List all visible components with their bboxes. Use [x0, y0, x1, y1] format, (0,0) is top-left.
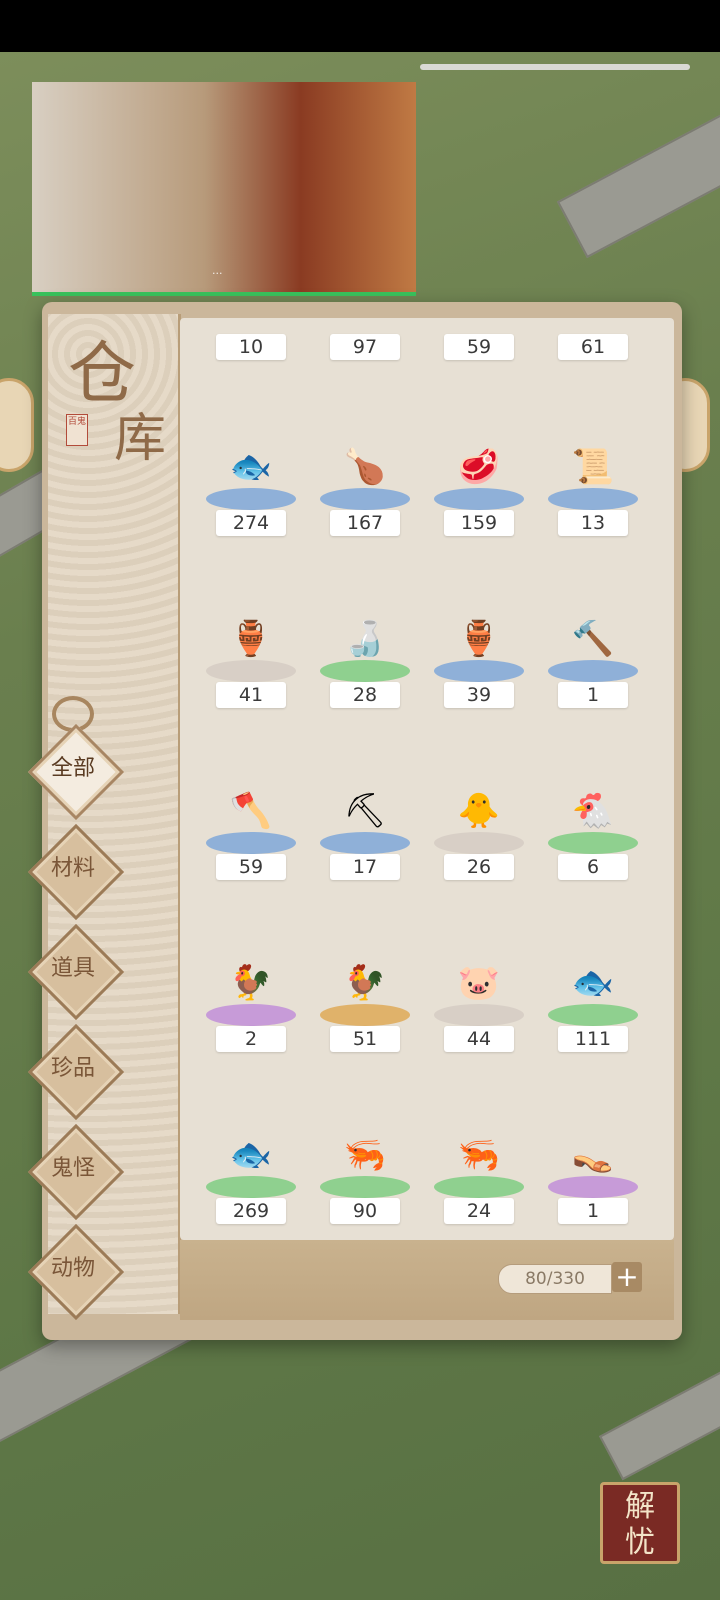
tab-4[interactable]: 鬼怪	[27, 1123, 125, 1221]
hammer-icon: 🔨	[571, 619, 615, 659]
item-slot-straw-sandals[interactable]: 👡 1	[538, 1098, 648, 1240]
item-grid[interactable]: 10 97 59 61 🐟 274 🍗 167 🥩 159 📜 13 🏺 41 🍶 28 🏺 39 🔨 1 🪓 59 ⛏ 17…	[180, 318, 674, 1240]
tab-0[interactable]: 全部	[27, 723, 125, 821]
item-slot-green-gourd[interactable]: 🍶 28	[310, 582, 420, 752]
video-progress-bar[interactable]	[32, 292, 416, 296]
item-count: 159	[444, 510, 514, 536]
title-char-2: 库	[114, 409, 167, 469]
item-slot-chick[interactable]: 🐥 26	[424, 754, 534, 924]
blue-fish-icon: 🐟	[571, 963, 615, 1003]
item-slot-raw-meat[interactable]: 🥩 159	[424, 410, 534, 580]
item-slot-fish-cut[interactable]: 🐟 274	[196, 410, 306, 580]
expand-capacity-button[interactable]: +	[612, 1262, 642, 1292]
warehouse-title: 仓 库 百鬼	[62, 318, 172, 469]
item-count: 6	[558, 854, 628, 880]
pig-icon: 🐷	[457, 963, 501, 1003]
left-side-button[interactable]	[0, 378, 34, 472]
item-count: 90	[330, 1198, 400, 1224]
item-count: 1	[558, 1198, 628, 1224]
road	[556, 105, 720, 259]
hen-icon: 🐔	[571, 791, 615, 831]
item-slot-roast-chicken[interactable]: 🍗 167	[310, 410, 420, 580]
road	[599, 1349, 720, 1481]
shrimp-icon: 🦐	[343, 1135, 387, 1175]
item-count: 39	[444, 682, 514, 708]
shovel-icon: ⛏	[343, 791, 387, 831]
item-slot-shovel[interactable]: ⛏ 17	[310, 754, 420, 924]
fish-cut-icon: 🐟	[229, 447, 273, 487]
item-count: 274	[216, 510, 286, 536]
item-slot-scroll[interactable]: 📜 13	[538, 410, 648, 580]
item-count: 59	[216, 854, 286, 880]
item-slot-big-fish[interactable]: 🐟 269	[196, 1098, 306, 1240]
rooster-icon: 🐓	[229, 963, 273, 1003]
capacity-counter: 80/330	[498, 1264, 612, 1294]
video-caption: ···	[212, 267, 223, 280]
tab-label: 全部	[50, 756, 95, 781]
tab-label: 道具	[50, 956, 95, 981]
green-gourd-icon: 🍶	[343, 619, 387, 659]
item-slot-shrimp[interactable]: 🦐 90	[310, 1098, 420, 1240]
item-slot-prawn[interactable]: 🦐 24	[424, 1098, 534, 1240]
item-slot-wine-jug[interactable]: 🏺 41	[196, 582, 306, 752]
roast-chicken-icon: 🍗	[343, 447, 387, 487]
item-count: 269	[216, 1198, 286, 1224]
title-seal: 百鬼	[66, 414, 88, 446]
straw-sandals-icon: 👡	[571, 1135, 615, 1175]
item-count: 13	[558, 510, 628, 536]
tab-label: 珍品	[50, 1056, 95, 1081]
badge-char-1: 解	[625, 1489, 655, 1524]
chick-icon: 🐥	[457, 791, 501, 831]
axe-icon: 🪓	[229, 791, 273, 831]
item-count: 1	[558, 682, 628, 708]
red-jar-icon: 🏺	[457, 619, 501, 659]
golden-rooster-icon: 🐓	[343, 963, 387, 1003]
tab-label: 动物	[50, 1256, 95, 1281]
item-slot-blue-fish[interactable]: 🐟 111	[538, 926, 648, 1096]
video-overlay[interactable]: ···	[32, 82, 416, 296]
item-count: 17	[330, 854, 400, 880]
item-count: 97	[330, 334, 400, 360]
tab-2[interactable]: 道具	[27, 923, 125, 1021]
item-slot-hammer[interactable]: 🔨 1	[538, 582, 648, 752]
wine-jug-icon: 🏺	[229, 619, 273, 659]
item-count: 167	[330, 510, 400, 536]
badge-char-2: 忧	[625, 1525, 655, 1560]
tab-3[interactable]: 珍品	[27, 1023, 125, 1121]
item-count: 24	[444, 1198, 514, 1224]
tab-5[interactable]: 动物	[27, 1223, 125, 1321]
scroll-icon: 📜	[571, 447, 615, 487]
item-slot-hen[interactable]: 🐔 6	[538, 754, 648, 924]
item-count: 2	[216, 1026, 286, 1052]
tab-1[interactable]: 材料	[27, 823, 125, 921]
item-slot-axe[interactable]: 🪓 59	[196, 754, 306, 924]
item-count: 111	[558, 1026, 628, 1052]
item-slot-red-jar[interactable]: 🏺 39	[424, 582, 534, 752]
jieyou-badge[interactable]: 解 忧	[600, 1482, 680, 1564]
item-count: 26	[444, 854, 514, 880]
item-count: 41	[216, 682, 286, 708]
raw-meat-icon: 🥩	[457, 447, 501, 487]
item-slot-golden-rooster[interactable]: 🐓 51	[310, 926, 420, 1096]
video-scrollbar[interactable]	[420, 64, 690, 70]
item-slot-pig[interactable]: 🐷 44	[424, 926, 534, 1096]
item-slot-rooster[interactable]: 🐓 2	[196, 926, 306, 1096]
big-fish-icon: 🐟	[229, 1135, 273, 1175]
tab-label: 材料	[50, 856, 95, 881]
item-count: 51	[330, 1026, 400, 1052]
tab-label: 鬼怪	[50, 1156, 95, 1181]
item-count: 28	[330, 682, 400, 708]
item-count: 44	[444, 1026, 514, 1052]
item-count: 10	[216, 334, 286, 360]
item-count: 59	[444, 334, 514, 360]
prawn-icon: 🦐	[457, 1135, 501, 1175]
status-bar	[0, 0, 720, 52]
item-count: 61	[558, 334, 628, 360]
